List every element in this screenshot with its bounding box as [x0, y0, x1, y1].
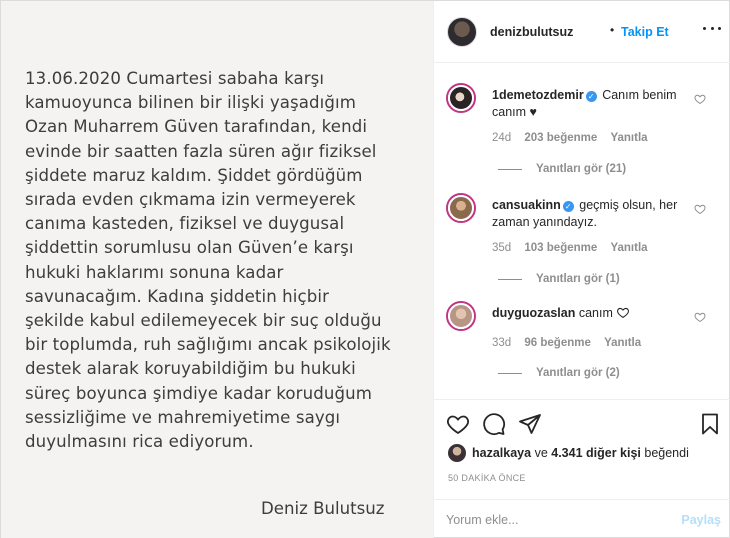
commenter-username[interactable]: cansuakinn — [492, 198, 561, 212]
save-bookmark-icon[interactable] — [698, 412, 722, 436]
comment-like-heart-icon[interactable] — [694, 93, 706, 105]
comment-like-heart-icon[interactable] — [694, 311, 706, 323]
replies-divider — [498, 278, 522, 280]
comment-input[interactable] — [446, 508, 666, 532]
view-replies-label: Yanıtları gör (2) — [536, 367, 620, 379]
comment-likes-count[interactable]: 96 beğenme — [524, 337, 590, 349]
view-replies-label: Yanıtları gör (1) — [536, 273, 620, 285]
liked-by-suffix: beğendi — [644, 446, 689, 460]
liked-by-connector: ve — [534, 446, 548, 460]
more-options-icon[interactable] — [703, 21, 721, 35]
header-separator-dot: • — [610, 23, 615, 37]
verified-badge-icon: ✓ — [585, 91, 597, 102]
comment-meta: 33d 96 beğenme Yanıtla — [492, 337, 641, 349]
post-image: 13.06.2020 Cumartesi sabaha karşı kamuoy… — [1, 1, 434, 538]
comment-text: canım — [578, 306, 613, 320]
comment-bubble-icon[interactable] — [482, 412, 506, 436]
replies-divider — [498, 372, 522, 374]
replies-divider — [498, 168, 522, 170]
commenter-username[interactable]: 1demetozdemir — [492, 88, 584, 102]
commenter-avatar[interactable] — [446, 301, 476, 331]
follow-button[interactable]: Takip Et — [621, 25, 669, 39]
liker-username[interactable]: hazalkaya — [472, 446, 531, 460]
view-replies-button[interactable]: Yanıtları gör (2) — [498, 367, 620, 379]
comment-age: 33d — [492, 337, 512, 349]
comment-body: cansuakinn ✓ geçmiş olsun, her zaman yanı… — [492, 197, 692, 231]
post-timestamp[interactable]: 50 DAKİKA ÖNCE — [448, 473, 526, 483]
author-username[interactable]: denizbulutsuz — [490, 25, 573, 39]
share-paper-plane-icon[interactable] — [518, 412, 542, 436]
author-avatar[interactable] — [447, 17, 477, 47]
post-statement-text: 13.06.2020 Cumartesi sabaha karşı kamuoy… — [25, 69, 391, 452]
post-signature: Deniz Bulutsuz — [261, 499, 385, 518]
comment-meta: 24d 203 beğenme Yanıtla — [492, 132, 648, 144]
comment-body: 1demetozdemir ✓ Canım benim canım ♥ — [492, 87, 692, 121]
liker-avatar[interactable] — [448, 444, 466, 462]
comment-body: duyguozaslan canım — [492, 305, 692, 322]
comment-likes-count[interactable]: 103 beğenme — [524, 242, 597, 254]
commenter-username[interactable]: duyguozaslan — [492, 306, 575, 320]
view-replies-button[interactable]: Yanıtları gör (1) — [498, 273, 620, 285]
post-comment-button[interactable]: Paylaş — [681, 513, 721, 527]
liked-by-row: hazalkaya ve 4.341 diğer kişi beğendi — [448, 443, 689, 463]
view-replies-button[interactable]: Yanıtları gör (21) — [498, 163, 626, 175]
comment-age: 24d — [492, 132, 512, 144]
comments-list[interactable]: 1demetozdemir ✓ Canım benim canım ♥ 24d 2… — [434, 63, 730, 399]
commenter-avatar[interactable] — [446, 193, 476, 223]
like-heart-icon[interactable] — [446, 412, 470, 436]
comment-reply-button[interactable]: Yanıtla — [610, 132, 647, 144]
post-header: denizbulutsuz • Takip Et — [434, 1, 730, 63]
commenter-avatar[interactable] — [446, 83, 476, 113]
comment-reply-button[interactable]: Yanıtla — [604, 337, 641, 349]
verified-badge-icon: ✓ — [562, 201, 574, 212]
comment-age: 35d — [492, 242, 512, 254]
view-replies-label: Yanıtları gör (21) — [536, 163, 627, 175]
post-action-bar — [434, 399, 730, 447]
add-comment-bar: Paylaş — [434, 499, 730, 538]
comment-reply-button[interactable]: Yanıtla — [610, 242, 647, 254]
comment-like-heart-icon[interactable] — [694, 203, 706, 215]
comment-meta: 35d 103 beğenme Yanıtla — [492, 242, 648, 254]
instagram-post-window: 13.06.2020 Cumartesi sabaha karşı kamuoy… — [0, 0, 730, 538]
white-heart-emoji-icon — [617, 307, 630, 319]
other-likers-link[interactable]: 4.341 diğer kişi — [551, 446, 641, 460]
post-side-panel: denizbulutsuz • Takip Et 1demetozdemir ✓ … — [434, 1, 730, 538]
comment-likes-count[interactable]: 203 beğenme — [524, 132, 597, 144]
